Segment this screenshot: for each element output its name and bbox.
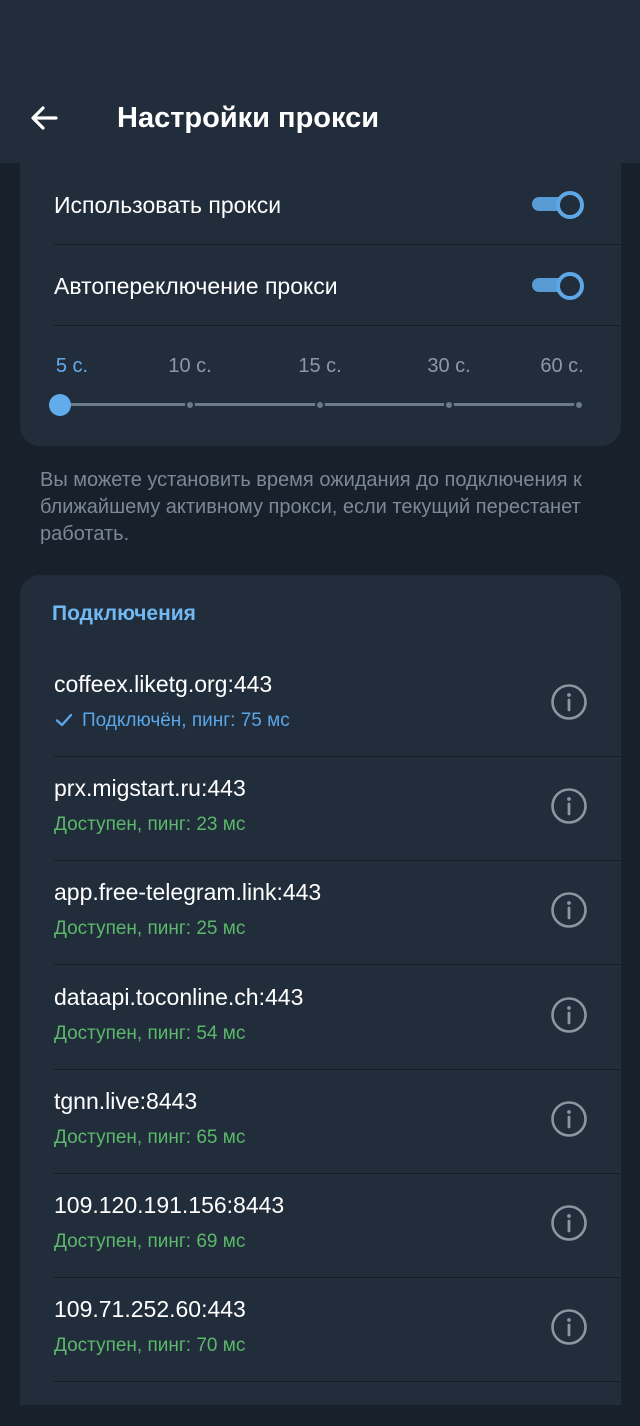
proxy-status: Доступен, пинг: 69 мс — [54, 1231, 246, 1252]
proxy-status: Доступен, пинг: 70 мс — [54, 1335, 246, 1356]
use-proxy-row[interactable]: Использовать прокси — [20, 163, 621, 244]
proxy-status: Подключён, пинг: 75 мс — [82, 710, 290, 731]
proxy-row[interactable]: 109.71.252.60:443 Доступен, пинг: 70 мс — [20, 1278, 621, 1382]
proxy-host: app.free-telegram.link:443 — [54, 879, 322, 905]
page-title: Настройки прокси — [117, 102, 380, 134]
timeout-option-10s[interactable]: 10 с. — [168, 354, 211, 378]
proxy-host: 109.71.252.60:443 — [54, 1296, 246, 1322]
timeout-option-15s[interactable]: 15 с. — [298, 354, 341, 378]
proxy-row[interactable]: tgnn.live:8443 Доступен, пинг: 65 мс — [20, 1070, 621, 1174]
info-icon[interactable] — [550, 1204, 588, 1242]
proxy-status: Доступен, пинг: 54 мс — [54, 1023, 246, 1044]
top-app-bar: Настройки прокси — [0, 0, 640, 163]
proxy-row[interactable]: dataapi.toconline.ch:443 Доступен, пинг:… — [20, 966, 621, 1070]
use-proxy-toggle[interactable] — [530, 191, 584, 219]
proxy-status: Доступен, пинг: 23 мс — [54, 814, 246, 835]
proxy-host: tgnn.live:8443 — [54, 1088, 198, 1114]
proxy-row[interactable]: prx.migstart.ru:443 Доступен, пинг: 23 м… — [20, 757, 621, 861]
connections-section-title: Подключения — [52, 602, 196, 625]
auto-switch-toggle[interactable] — [530, 272, 584, 300]
proxy-status: Доступен, пинг: 25 мс — [54, 918, 246, 939]
auto-switch-label: Автопереключение прокси — [54, 273, 338, 299]
timeout-option-60s[interactable]: 60 с. — [540, 354, 583, 378]
info-icon[interactable] — [550, 1308, 588, 1346]
slider-step-dot — [185, 400, 195, 410]
slider-step-dot — [315, 400, 325, 410]
slider-step-dot — [574, 400, 584, 410]
info-icon[interactable] — [550, 683, 588, 721]
proxy-host: 109.120.191.156:8443 — [54, 1192, 285, 1218]
use-proxy-label: Использовать прокси — [54, 192, 282, 218]
proxy-row[interactable]: 109.120.191.156:8443 Доступен, пинг: 69 … — [20, 1174, 621, 1278]
proxy-settings-card: Использовать прокси Автопереключение про… — [20, 163, 621, 446]
timeout-slider-thumb[interactable] — [49, 394, 71, 416]
proxy-host: prx.migstart.ru:443 — [54, 775, 246, 801]
timeout-option-5s[interactable]: 5 с. — [56, 354, 88, 378]
proxy-status: Доступен, пинг: 65 мс — [54, 1127, 246, 1148]
slider-step-dot — [444, 400, 454, 410]
proxy-host: coffeex.liketg.org:443 — [54, 671, 273, 697]
auto-switch-row[interactable]: Автопереключение прокси — [20, 244, 621, 325]
back-button[interactable] — [24, 96, 64, 140]
checkmark-icon — [55, 713, 73, 727]
info-icon[interactable] — [550, 891, 588, 929]
info-icon[interactable] — [550, 787, 588, 825]
timeout-hint-text: Вы можете установить время ожидания до п… — [40, 469, 582, 545]
arrow-left-icon — [31, 106, 58, 130]
proxy-row[interactable]: coffeex.liketg.org:443 Подключён, пинг: … — [20, 653, 621, 757]
proxy-row[interactable]: app.free-telegram.link:443 Доступен, пин… — [20, 861, 621, 965]
info-icon[interactable] — [550, 996, 588, 1034]
divider — [54, 325, 621, 326]
connections-card: Подключения coffeex.liketg.org:443 Подкл… — [20, 575, 621, 1405]
info-icon[interactable] — [550, 1100, 588, 1138]
timeout-option-30s[interactable]: 30 с. — [427, 354, 470, 378]
proxy-host: dataapi.toconline.ch:443 — [54, 984, 304, 1010]
